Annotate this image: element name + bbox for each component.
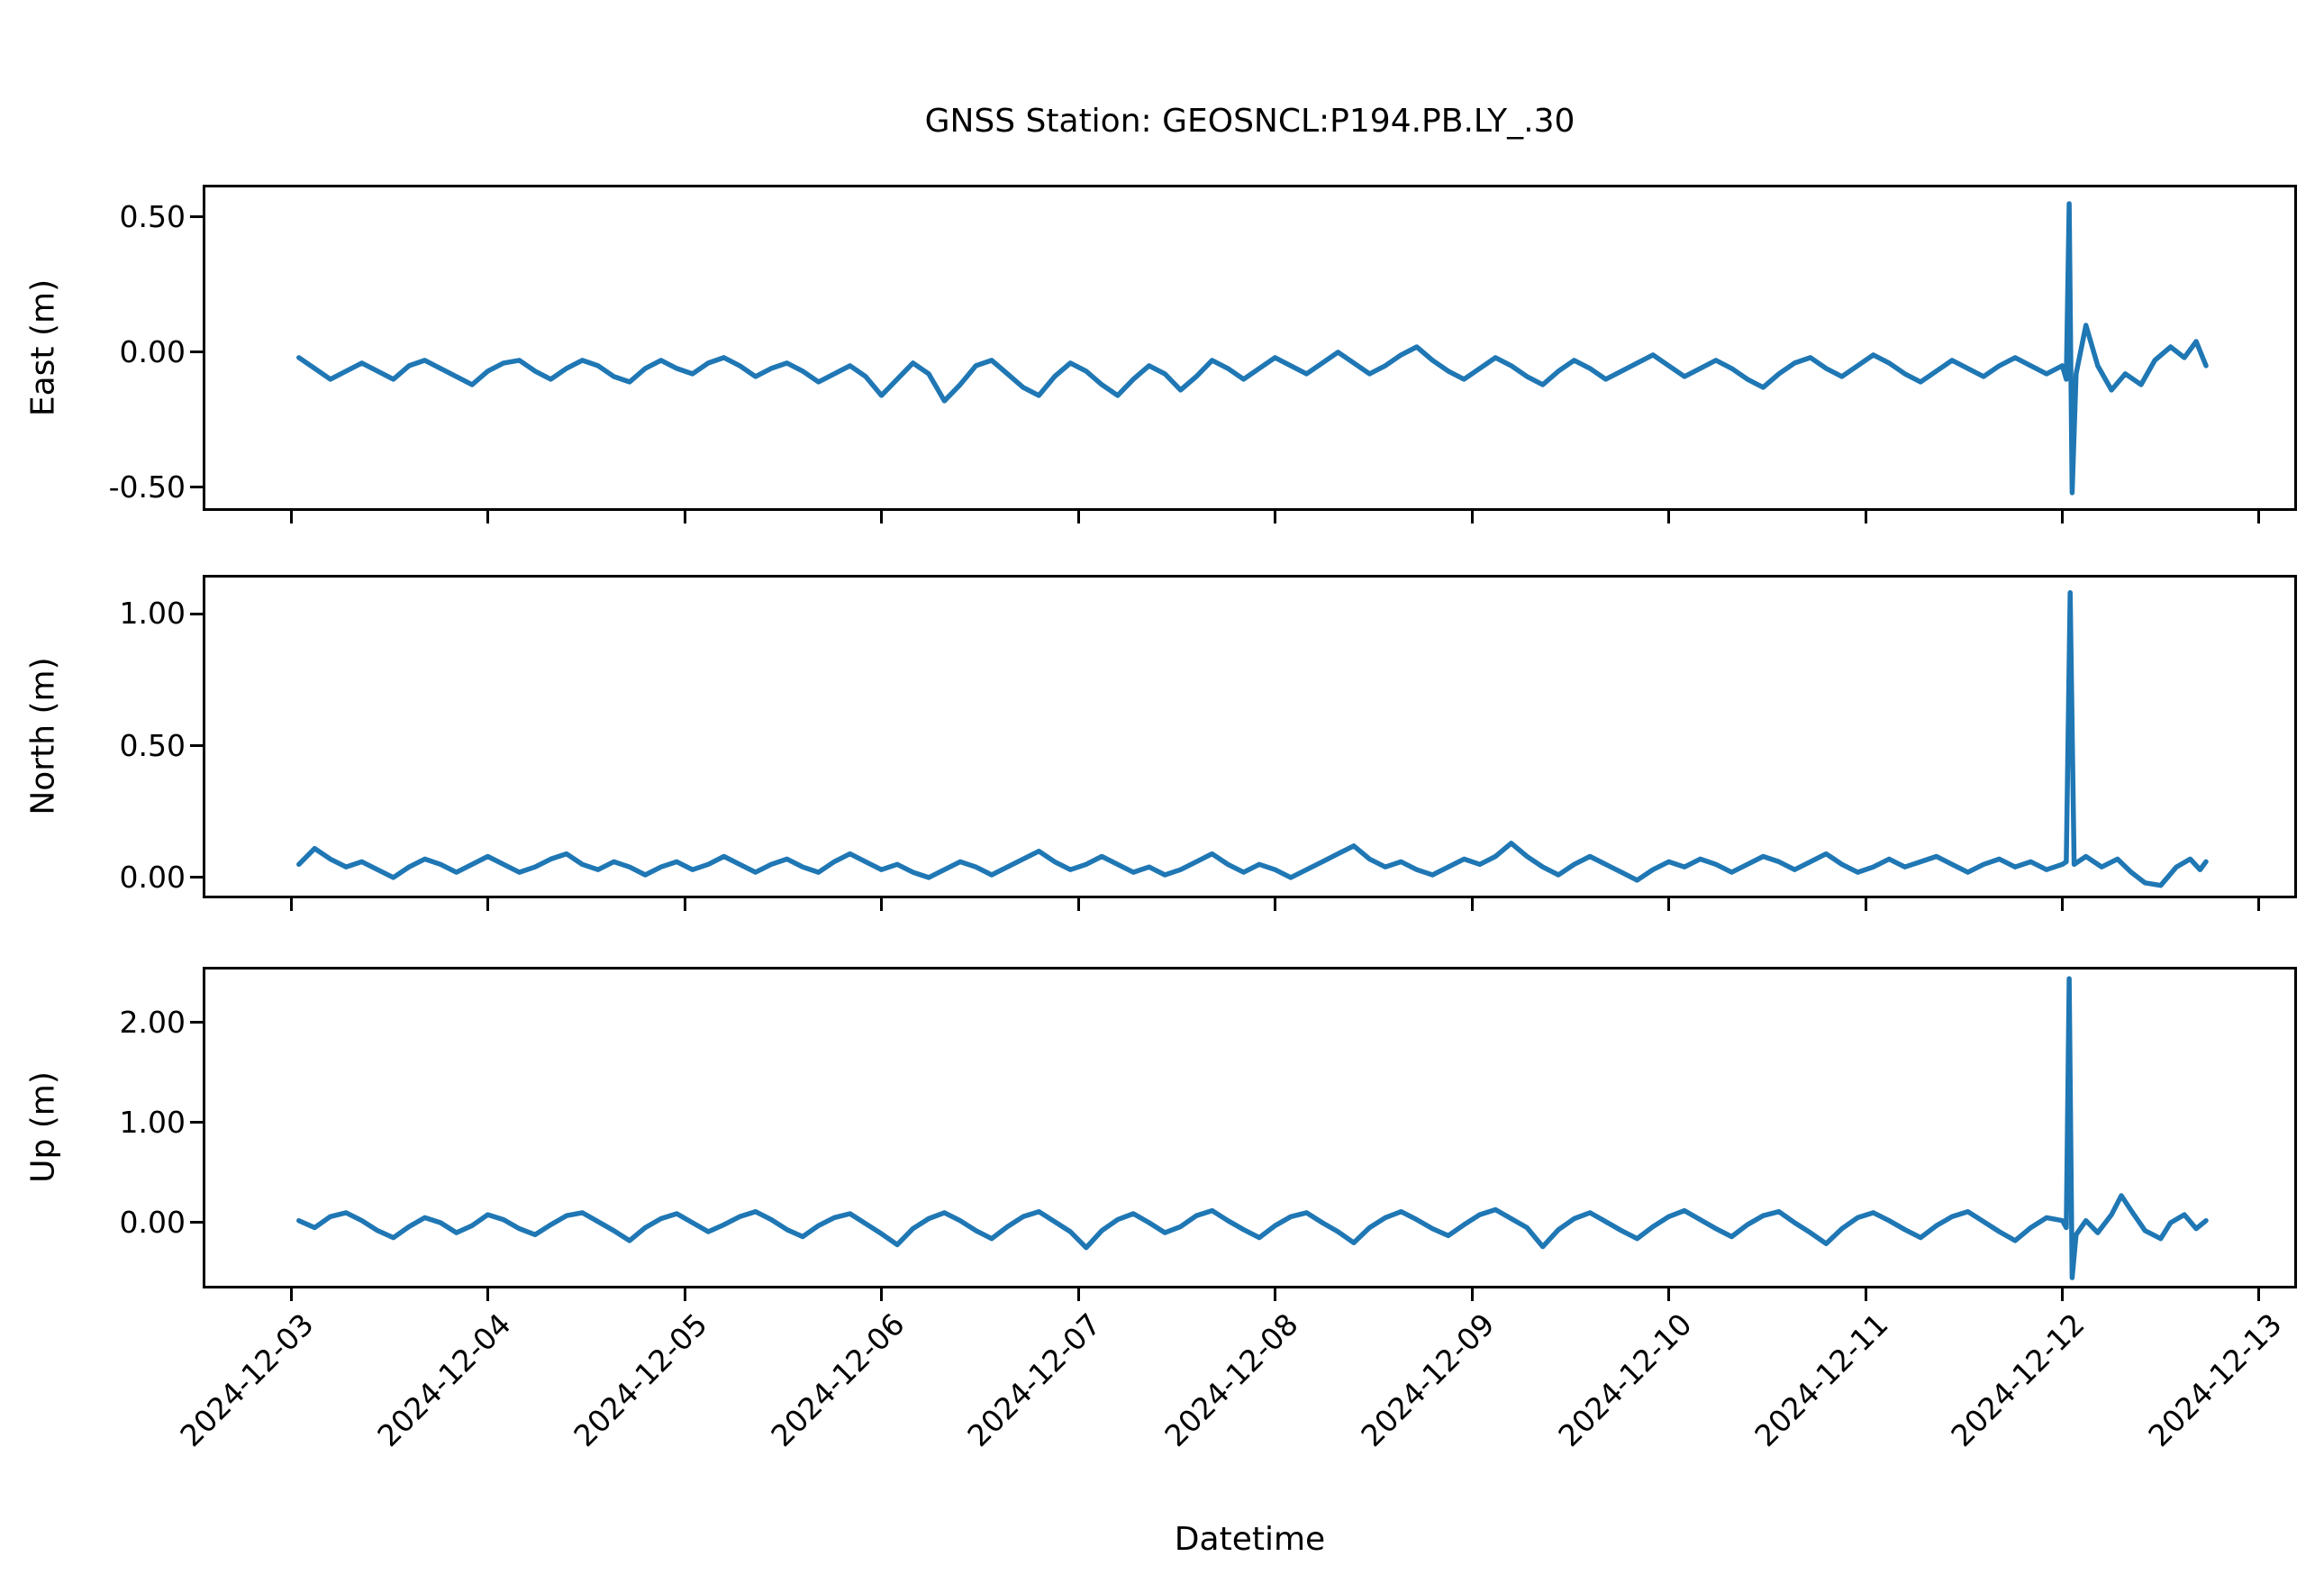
- x-tick-east: [880, 511, 884, 523]
- y-tick-label-north: 0.00: [119, 859, 186, 895]
- x-tick-east: [1274, 511, 1277, 523]
- series-polyline-north: [296, 589, 2209, 888]
- x-tick-up: [289, 1288, 293, 1301]
- series-polyline-up: [296, 976, 2209, 1280]
- x-tick-east: [1076, 511, 1080, 523]
- x-axis-label: Datetime: [1174, 1521, 1326, 1558]
- y-tick-label-east: 0.00: [119, 333, 186, 369]
- x-tick-up: [1274, 1288, 1277, 1301]
- y-tick-up: [190, 1021, 203, 1024]
- y-tick-east: [190, 486, 203, 489]
- y-axis-label-north: North (m): [24, 657, 62, 815]
- y-tick-label-up: 0.00: [119, 1204, 186, 1240]
- x-tick-label: 2024-12-06: [763, 1306, 912, 1454]
- x-tick-label: 2024-12-10: [1550, 1306, 1699, 1454]
- x-tick-label: 2024-12-08: [1157, 1306, 1305, 1454]
- x-tick-label: 2024-12-09: [1354, 1306, 1502, 1454]
- y-tick-label-up: 2.00: [119, 1004, 186, 1040]
- y-tick-label-north: 1.00: [119, 596, 186, 632]
- series-line-up: [296, 976, 2209, 1280]
- x-tick-east: [683, 511, 686, 523]
- x-tick-east: [486, 511, 490, 523]
- x-tick-up: [1864, 1288, 1867, 1301]
- x-tick-label: 2024-12-07: [960, 1306, 1108, 1454]
- x-tick-east: [1470, 511, 1474, 523]
- y-tick-up: [190, 1121, 203, 1124]
- x-tick-east: [2257, 511, 2261, 523]
- x-tick-up: [880, 1288, 884, 1301]
- x-tick-up: [683, 1288, 686, 1301]
- x-tick-up: [2060, 1288, 2064, 1301]
- x-tick-north: [880, 898, 884, 911]
- x-tick-label: 2024-12-13: [2141, 1306, 2289, 1454]
- y-tick-up: [190, 1221, 203, 1224]
- x-tick-up: [1470, 1288, 1474, 1301]
- y-tick-label-up: 1.00: [119, 1104, 186, 1140]
- x-tick-east: [2060, 511, 2064, 523]
- x-tick-label: 2024-12-11: [1748, 1306, 1895, 1454]
- y-axis-label-up: Up (m): [24, 1071, 62, 1183]
- y-axis-label-east: East (m): [24, 278, 62, 417]
- x-tick-north: [1470, 898, 1474, 911]
- x-tick-up: [2257, 1288, 2261, 1301]
- gnss-timeseries-figure: GNSS Station: GEOSNCL:P194.PB.LY_.30 Sam…: [0, 0, 2324, 1575]
- x-tick-north: [683, 898, 686, 911]
- y-tick-north: [190, 612, 203, 615]
- x-tick-north: [2257, 898, 2261, 911]
- subplot-up: 2.00 1.00 0.00: [120, 967, 2297, 1301]
- title-line-station: GNSS Station: GEOSNCL:P194.PB.LY_.30: [924, 103, 1575, 140]
- x-tick-up: [1076, 1288, 1080, 1301]
- y-tick-label-east: 0.50: [119, 198, 186, 234]
- x-tick-east: [1864, 511, 1867, 523]
- x-tick-label: 2024-12-04: [369, 1306, 518, 1454]
- series-line-east: [296, 201, 2209, 496]
- x-tick-north: [1667, 898, 1670, 911]
- x-tick-north: [1864, 898, 1867, 911]
- x-tick-label: 2024-12-12: [1944, 1306, 2093, 1454]
- x-tick-east: [1667, 511, 1670, 523]
- y-tick-east: [190, 351, 203, 354]
- x-tick-up: [486, 1288, 490, 1301]
- x-tick-north: [289, 898, 293, 911]
- x-tick-north: [2060, 898, 2064, 911]
- subplot-north: 1.00 0.50 0.00: [120, 575, 2297, 911]
- subplot-east: 0.50 0.00 -0.50: [109, 185, 2297, 523]
- y-tick-north: [190, 876, 203, 879]
- x-tick-up: [1667, 1288, 1670, 1301]
- y-tick-east: [190, 215, 203, 219]
- x-tick-north: [486, 898, 490, 911]
- series-line-north: [296, 589, 2209, 888]
- y-tick-label-north: 0.50: [119, 727, 186, 763]
- x-tick-east: [289, 511, 293, 523]
- series-polyline-east: [296, 201, 2209, 496]
- x-tick-label: 2024-12-05: [567, 1306, 714, 1454]
- y-tick-north: [190, 744, 203, 748]
- x-tick-north: [1274, 898, 1277, 911]
- x-tick-label: 2024-12-03: [173, 1306, 321, 1454]
- y-tick-label-east: -0.50: [108, 469, 186, 505]
- x-tick-north: [1076, 898, 1080, 911]
